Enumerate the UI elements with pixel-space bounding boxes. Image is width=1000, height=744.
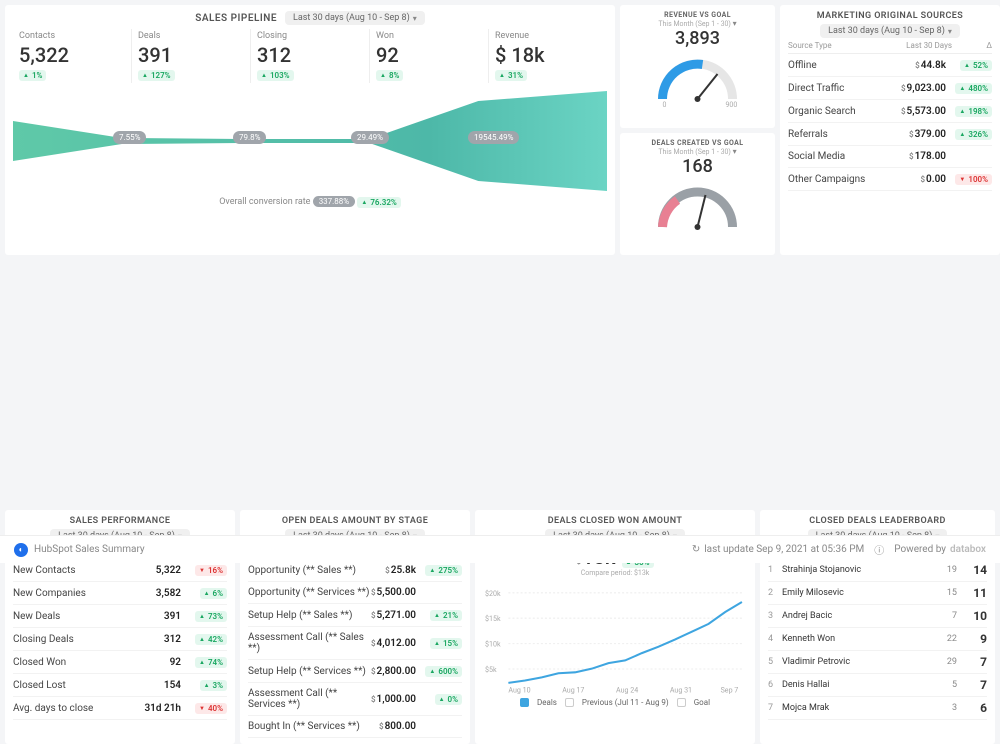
pipeline-col-2: Closing 312 103%: [250, 29, 369, 83]
leaderboard-row: 3Andrej Bacic710: [768, 605, 987, 628]
pipeline-col-3: Won 92 8%: [369, 29, 488, 83]
svg-text:900: 900: [726, 101, 738, 109]
table-row: Opportunity (** Services **) $5,500.00: [248, 582, 462, 604]
stage-rate-4: 19545.49%: [468, 131, 519, 144]
refresh-icon[interactable]: ↻: [692, 544, 700, 555]
table-row: New Deals 391 73%: [13, 605, 227, 628]
funnel-chart: 7.55% 79.8% 29.49% 19545.49%: [13, 91, 607, 191]
table-row: Avg. days to close 31d 21h 40%: [13, 697, 227, 720]
closed-won-chart: $20k $15k $10k $5k Aug 10 Aug 17 Aug 24 …: [483, 581, 747, 696]
chart-legend: Deals Previous (Jul 11 - Aug 9) Goal: [483, 698, 747, 707]
chevron-down-icon: ▾: [948, 27, 952, 36]
databox-logo: databox: [950, 544, 986, 555]
table-row: Other Campaigns $0.00 100%: [788, 168, 992, 191]
legend-goal-checkbox[interactable]: [677, 698, 686, 707]
table-row: Assessment Call (** Sales **) $4,012.00 …: [248, 627, 462, 660]
svg-text:$5k: $5k: [485, 665, 497, 674]
leaderboard-row: 4Kenneth Won229: [768, 628, 987, 651]
svg-text:Aug 31: Aug 31: [670, 685, 692, 694]
chevron-down-icon[interactable]: ▾: [733, 19, 737, 28]
svg-text:$10k: $10k: [485, 640, 501, 649]
svg-text:Sep 7: Sep 7: [721, 685, 739, 694]
deals-gauge: [626, 177, 769, 237]
leaderboard-row: 7Mojca Mrak36: [768, 697, 987, 720]
leaderboard-row: 6Denis Hallai57: [768, 674, 987, 697]
chevron-down-icon[interactable]: ▾: [733, 147, 737, 156]
svg-text:Aug 10: Aug 10: [508, 685, 530, 694]
table-row: Social Media $178.00: [788, 146, 992, 168]
table-row: Organic Search $5,573.00 198%: [788, 100, 992, 123]
table-row: Bought In (** Services **) $800.00: [248, 716, 462, 738]
table-row: Offline $44.8k 52%: [788, 54, 992, 77]
app-logo-icon: ◐: [14, 543, 28, 557]
pipeline-col-4: Revenue $ 18k 31%: [488, 29, 607, 83]
marketing-date-range[interactable]: Last 30 days (Aug 10 - Sep 8)▾: [820, 24, 960, 38]
footer-bar: ◐ HubSpot Sales Summary ↻ last update Se…: [0, 535, 1000, 563]
svg-text:Aug 17: Aug 17: [562, 685, 584, 694]
legend-deals-checkbox[interactable]: [520, 698, 529, 707]
gauges-column: REVENUE VS GOAL This Month (Sep 1 - 30) …: [620, 5, 775, 255]
deals-vs-goal-panel: DEALS CREATED VS GOAL This Month (Sep 1 …: [620, 133, 775, 256]
svg-text:Aug 24: Aug 24: [616, 685, 638, 694]
table-row: Setup Help (** Sales **) $5,271.00 21%: [248, 604, 462, 627]
table-row: Setup Help (** Services **) $2,800.00 60…: [248, 660, 462, 683]
table-row: Closing Deals 312 42%: [13, 628, 227, 651]
stage-rate-3: 29.49%: [351, 131, 389, 144]
table-row: Referrals $379.00 326%: [788, 123, 992, 146]
revenue-gauge: 0 900: [626, 49, 769, 109]
stage-rate-2: 79.8%: [233, 131, 266, 144]
svg-text:0: 0: [663, 101, 667, 109]
table-row: Assessment Call (** Services **) $1,000.…: [248, 683, 462, 716]
info-icon[interactable]: ⓘ: [874, 542, 884, 557]
table-row: Closed Lost 154 3%: [13, 674, 227, 697]
marketing-sources-panel: MARKETING ORIGINAL SOURCES Last 30 days …: [780, 5, 1000, 255]
leaderboard-row: 5Vladimir Petrovic297: [768, 651, 987, 674]
legend-prev-checkbox[interactable]: [565, 698, 574, 707]
last-update: last update Sep 9, 2021 at 05:36 PM: [704, 544, 864, 555]
leaderboard-row: 2Emily Milosevic1511: [768, 582, 987, 605]
footer-title: HubSpot Sales Summary: [34, 544, 145, 555]
pipeline-date-range[interactable]: Last 30 days (Aug 10 - Sep 8) ▾: [285, 11, 425, 25]
svg-text:$20k: $20k: [485, 589, 501, 598]
pipeline-col-1: Deals 391 127%: [131, 29, 250, 83]
svg-text:$15k: $15k: [485, 614, 501, 623]
sales-pipeline-panel: SALES PIPELINE Last 30 days (Aug 10 - Se…: [5, 5, 615, 255]
table-row: Closed Won 92 74%: [13, 651, 227, 674]
overall-conversion: Overall conversion rate 337.88% 76.32%: [13, 197, 607, 208]
revenue-vs-goal-panel: REVENUE VS GOAL This Month (Sep 1 - 30) …: [620, 5, 775, 128]
chevron-down-icon: ▾: [413, 14, 417, 23]
stage-rate-1: 7.55%: [113, 131, 146, 144]
pipeline-title: SALES PIPELINE: [195, 13, 277, 24]
table-row: Direct Traffic $9,023.00 480%: [788, 77, 992, 100]
pipeline-col-0: Contacts 5,322 1%: [13, 29, 131, 83]
marketing-header: Source Type Last 30 Days Δ: [788, 38, 992, 54]
table-row: New Companies 3,582 6%: [13, 582, 227, 605]
